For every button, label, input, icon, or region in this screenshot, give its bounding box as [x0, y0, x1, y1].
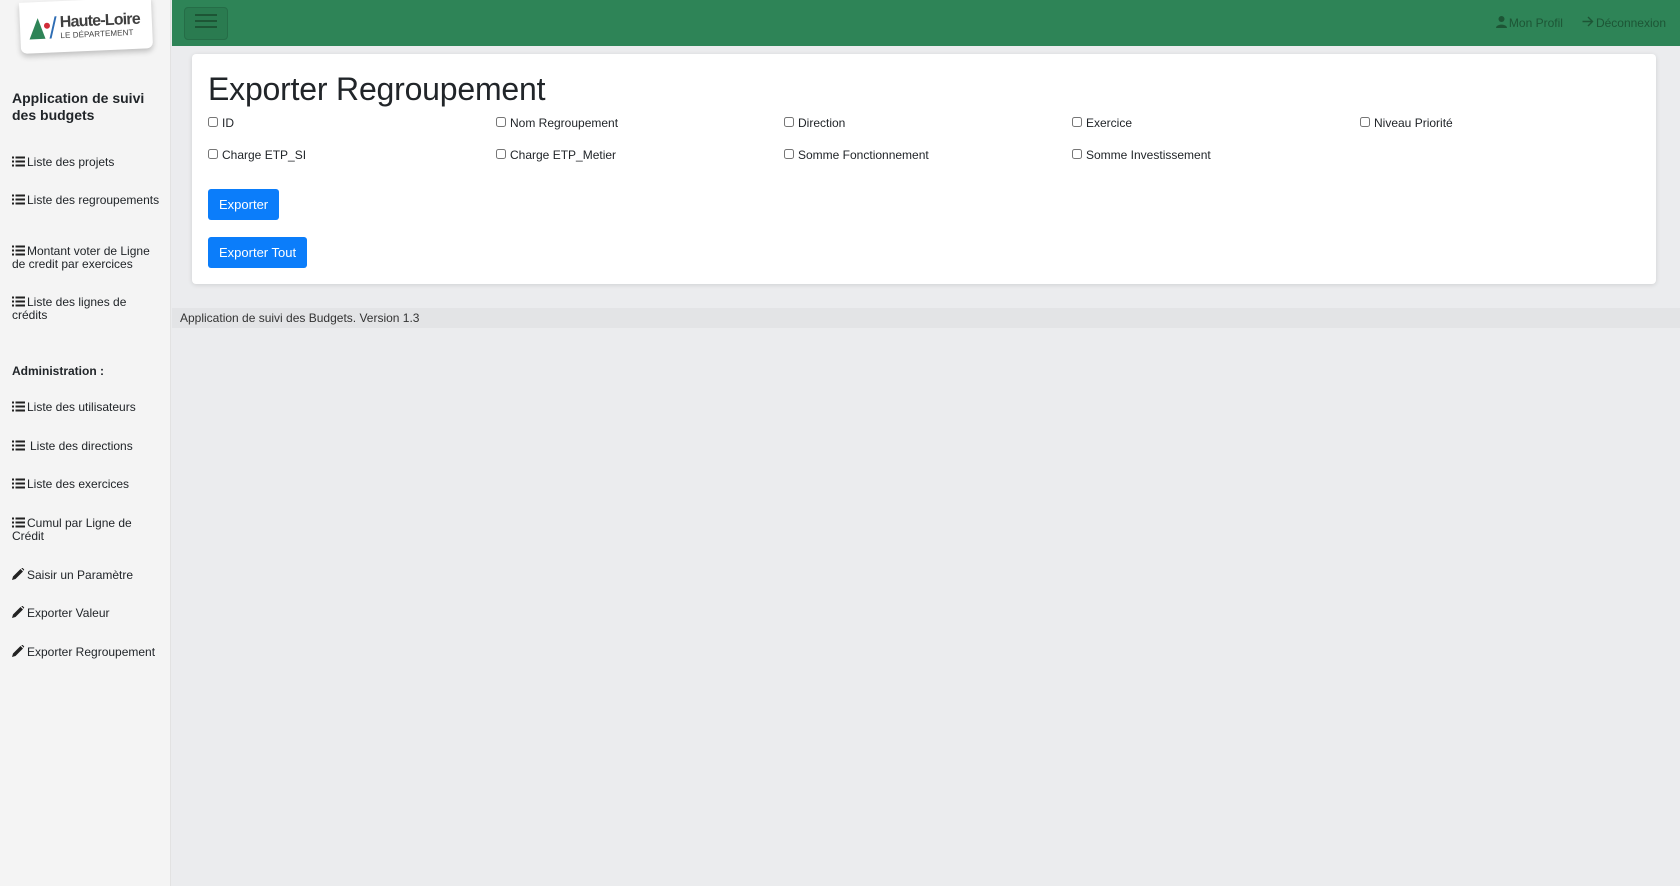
- profile-label: Mon Profil: [1508, 16, 1563, 30]
- list-icon: [12, 517, 26, 528]
- footer: Application de suivi des Budgets. Versio…: [172, 308, 1680, 328]
- checkbox-input[interactable]: [496, 117, 506, 127]
- sidebar-item-label: Liste des lignes de crédits: [12, 295, 127, 322]
- menu-toggle-button[interactable]: [184, 7, 228, 40]
- user-icon: [1495, 15, 1507, 31]
- checkbox-label: Nom Regroupement: [510, 116, 619, 130]
- top-navbar: Mon Profil Déconnexion: [172, 0, 1680, 46]
- sidebar-item-label: Liste des regroupements: [27, 193, 160, 207]
- list-icon: [12, 478, 26, 489]
- pencil-icon: [12, 644, 26, 657]
- checkbox-label: ID: [222, 116, 234, 130]
- sidebar-item-label: Cumul par Ligne de Crédit: [12, 516, 132, 543]
- sidebar-item-lignes-credits[interactable]: Liste des lignes de crédits: [12, 296, 162, 322]
- sidebar-item-label: Exporter Regroupement: [27, 645, 156, 659]
- sidebar-item-exercices[interactable]: Liste des exercices: [12, 478, 162, 491]
- sidebar-item-montant[interactable]: Montant voter de Ligne de credit par exe…: [12, 245, 162, 271]
- checkbox-id[interactable]: ID: [208, 116, 234, 130]
- checkbox-input[interactable]: [1360, 117, 1370, 127]
- checkbox-somme-investissement[interactable]: Somme Investissement: [1072, 148, 1211, 162]
- checkbox-niveau-priorite[interactable]: Niveau Priorité: [1360, 116, 1453, 130]
- sidebar-item-label: Liste des projets: [27, 155, 115, 169]
- checkbox-direction[interactable]: Direction: [784, 116, 845, 130]
- profile-link[interactable]: Mon Profil: [1495, 15, 1563, 31]
- logout-link[interactable]: Déconnexion: [1582, 16, 1666, 30]
- sidebar-item-directions[interactable]: Liste des directions: [12, 440, 162, 453]
- checkbox-input[interactable]: [496, 149, 506, 159]
- checkbox-label: Charge ETP_Metier: [510, 148, 617, 162]
- pencil-icon: [12, 567, 26, 580]
- sidebar-item-label: Liste des directions: [30, 439, 133, 453]
- pencil-icon: [12, 605, 26, 618]
- logo-mark-icon: [26, 13, 57, 42]
- sidebar-item-saisir-parametre[interactable]: Saisir un Paramètre: [12, 567, 162, 582]
- admin-heading: Administration :: [12, 364, 104, 378]
- list-icon: [12, 245, 26, 256]
- logout-label: Déconnexion: [1595, 16, 1666, 30]
- list-icon: [12, 156, 26, 167]
- export-button[interactable]: Exporter: [208, 189, 280, 220]
- sidebar-item-label: Saisir un Paramètre: [27, 568, 134, 582]
- checkbox-input[interactable]: [1072, 149, 1082, 159]
- sidebar-item-label: Liste des exercices: [27, 477, 130, 491]
- sidebar: Haute-Loire LE DÉPARTEMENT Application d…: [0, 0, 171, 886]
- checkbox-label: Somme Investissement: [1086, 148, 1211, 162]
- logo[interactable]: Haute-Loire LE DÉPARTEMENT: [18, 0, 154, 54]
- list-icon: [12, 401, 26, 412]
- list-icon: [12, 296, 26, 307]
- checkbox-label: Direction: [798, 116, 846, 130]
- sidebar-item-exporter-valeur[interactable]: Exporter Valeur: [12, 605, 162, 620]
- sidebar-item-label: Liste des utilisateurs: [27, 400, 136, 414]
- checkbox-charge-etp-metier[interactable]: Charge ETP_Metier: [496, 148, 616, 162]
- checkbox-input[interactable]: [784, 117, 794, 127]
- checkbox-label: Somme Fonctionnement: [798, 148, 929, 162]
- sidebar-item-utilisateurs[interactable]: Liste des utilisateurs: [12, 401, 162, 414]
- sidebar-item-cumul[interactable]: Cumul par Ligne de Crédit: [12, 517, 162, 543]
- export-card: Exporter Regroupement ID Nom Regroupemen…: [192, 54, 1656, 284]
- checkbox-input[interactable]: [784, 149, 794, 159]
- checkbox-label: Exercice: [1086, 116, 1133, 130]
- sidebar-item-label: Exporter Valeur: [27, 606, 110, 620]
- sidebar-item-projets[interactable]: Liste des projets: [12, 156, 162, 169]
- checkbox-input[interactable]: [208, 117, 218, 127]
- sidebar-item-exporter-regroupement[interactable]: Exporter Regroupement: [12, 644, 162, 659]
- checkbox-input[interactable]: [208, 149, 218, 159]
- checkbox-somme-fonctionnement[interactable]: Somme Fonctionnement: [784, 148, 929, 162]
- page-title: Exporter Regroupement: [208, 71, 546, 107]
- hamburger-icon: [195, 13, 217, 34]
- app-title: Application de suivi des budgets: [12, 90, 145, 123]
- checkbox-label: Charge ETP_SI: [222, 148, 307, 162]
- checkbox-nom-regroupement[interactable]: Nom Regroupement: [496, 116, 618, 130]
- checkbox-exercice[interactable]: Exercice: [1072, 116, 1132, 130]
- sidebar-item-label: Montant voter de Ligne de credit par exe…: [12, 244, 150, 271]
- list-icon: [12, 194, 26, 205]
- list-icon: [12, 440, 26, 451]
- checkbox-input[interactable]: [1072, 117, 1082, 127]
- checkbox-label: Niveau Priorité: [1374, 116, 1453, 130]
- export-all-button[interactable]: Exporter Tout: [208, 237, 308, 268]
- checkbox-charge-etp-si[interactable]: Charge ETP_SI: [208, 148, 306, 162]
- arrow-right-icon: [1582, 16, 1594, 30]
- sidebar-item-regroupements[interactable]: Liste des regroupements: [12, 194, 162, 207]
